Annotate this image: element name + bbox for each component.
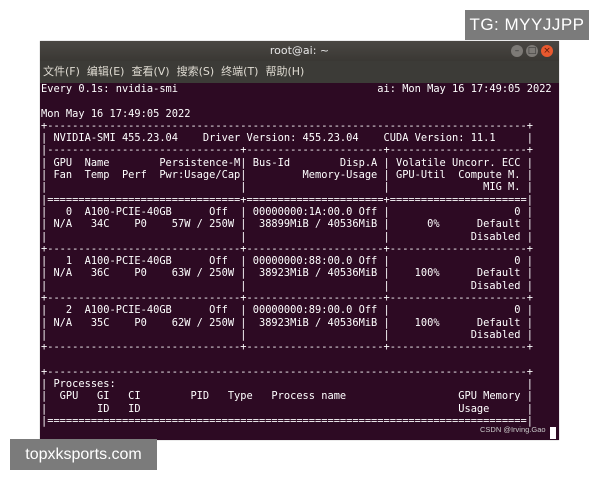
terminal-line: | Processes: | bbox=[41, 378, 533, 391]
terminal-line: | GPU Name Persistence-M| Bus-Id Disp.A … bbox=[41, 156, 533, 169]
terminal-line: | N/A 34C P0 57W / 250W | 38899MiB / 405… bbox=[41, 218, 533, 231]
window-controls: – □ × bbox=[511, 45, 553, 57]
csdn-watermark: CSDN @Irving.Gao bbox=[480, 425, 546, 434]
window-titlebar[interactable]: root@ai: ~ – □ × bbox=[40, 41, 559, 61]
menu-bar: 文件(F) 编辑(E) 查看(V) 搜索(S) 终端(T) 帮助(H) bbox=[40, 61, 559, 83]
terminal-line: +-------------------------------+-------… bbox=[41, 292, 533, 305]
window-title: root@ai: ~ bbox=[269, 44, 330, 57]
terminal-line: | | | Disabled | bbox=[41, 328, 533, 341]
terminal-line: Every 0.1s: nvidia-smi ai: Mon May 16 17… bbox=[41, 83, 552, 95]
menu-terminal[interactable]: 终端(T) bbox=[221, 61, 258, 83]
minimize-button[interactable]: – bbox=[511, 45, 523, 57]
terminal-line: | GPU GI CI PID Type Process name GPU Me… bbox=[41, 390, 533, 403]
terminal-text: Every 0.1s: nvidia-smi ai: Mon May 16 17… bbox=[40, 83, 559, 427]
menu-edit[interactable]: 编辑(E) bbox=[87, 61, 125, 83]
terminal-line: | Fan Temp Perf Pwr:Usage/Cap| Memory-Us… bbox=[41, 169, 533, 182]
terminal-line: | 2 A100-PCIE-40GB Off | 00000000:89:00.… bbox=[41, 304, 533, 317]
terminal-line: +---------------------------------------… bbox=[41, 119, 533, 132]
terminal-line: |===============================+=======… bbox=[41, 193, 533, 206]
terminal-line: | | | Disabled | bbox=[41, 230, 533, 243]
terminal-line: | N/A 36C P0 63W / 250W | 38923MiB / 405… bbox=[41, 267, 533, 280]
menu-file[interactable]: 文件(F) bbox=[43, 61, 80, 83]
terminal-line: Mon May 16 17:49:05 2022 bbox=[41, 107, 191, 120]
terminal-window[interactable]: root@ai: ~ – □ × 文件(F) 编辑(E) 查看(V) 搜索(S)… bbox=[40, 41, 559, 440]
terminal-line: |-------------------------------+-------… bbox=[41, 144, 533, 157]
terminal-line: | 1 A100-PCIE-40GB Off | 00000000:88:00.… bbox=[41, 255, 533, 268]
terminal-line: | ID ID Usage | bbox=[41, 402, 533, 415]
terminal-line: | | | Disabled | bbox=[41, 279, 533, 292]
close-button[interactable]: × bbox=[541, 45, 553, 57]
terminal-line: | N/A 35C P0 62W / 250W | 38923MiB / 405… bbox=[41, 316, 533, 329]
terminal-line: | | | MIG M. | bbox=[41, 181, 533, 194]
terminal-line: | NVIDIA-SMI 455.23.04 Driver Version: 4… bbox=[41, 132, 533, 145]
terminal-output[interactable]: Every 0.1s: nvidia-smi ai: Mon May 16 17… bbox=[40, 83, 559, 440]
terminal-line: +---------------------------------------… bbox=[41, 365, 533, 378]
menu-view[interactable]: 查看(V) bbox=[131, 61, 169, 83]
menu-search[interactable]: 搜索(S) bbox=[177, 61, 215, 83]
terminal-line: |=======================================… bbox=[41, 415, 533, 428]
maximize-button[interactable]: □ bbox=[526, 45, 538, 57]
terminal-line: +-------------------------------+-------… bbox=[41, 242, 533, 255]
terminal-line: +-------------------------------+-------… bbox=[41, 341, 533, 354]
menu-help[interactable]: 帮助(H) bbox=[265, 61, 304, 83]
telegram-badge: TG: MYYJJPP bbox=[465, 10, 589, 40]
site-badge: topxksports.com bbox=[10, 439, 157, 470]
terminal-line: | 0 A100-PCIE-40GB Off | 00000000:1A:00.… bbox=[41, 205, 533, 218]
terminal-cursor bbox=[550, 427, 556, 439]
